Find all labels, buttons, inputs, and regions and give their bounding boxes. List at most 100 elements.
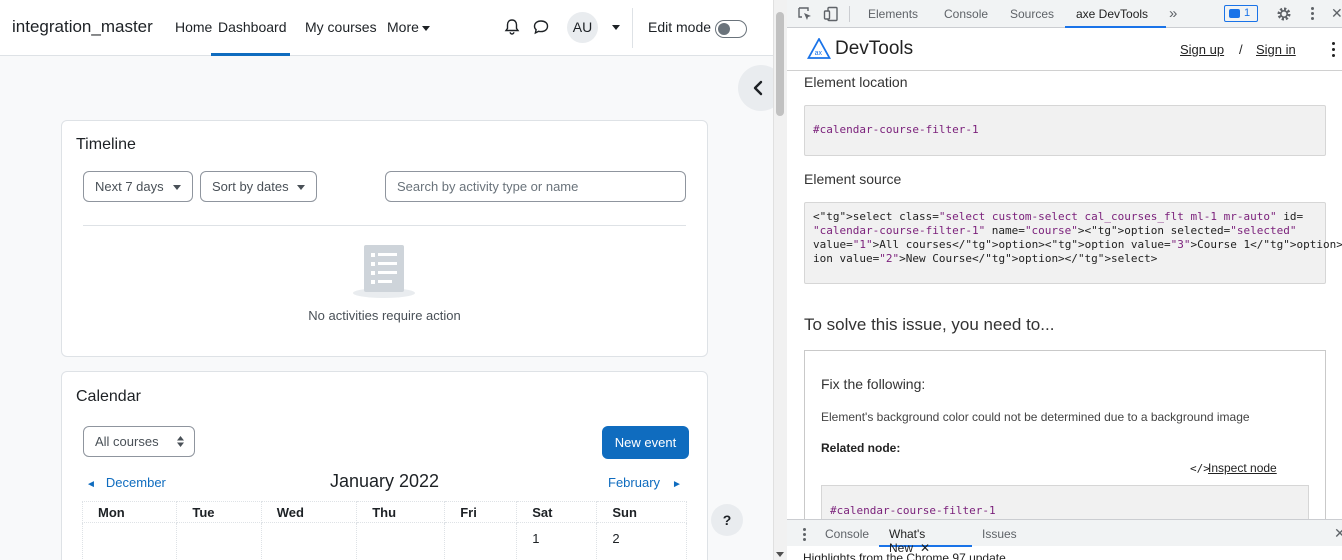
devtools-drawer-tabbar: Console What's New ✕ Issues ✕ bbox=[787, 519, 1342, 555]
timeline-search-input[interactable]: Search by activity type or name bbox=[385, 171, 686, 202]
next-month-label: February bbox=[608, 475, 661, 490]
calendar-day-cell[interactable] bbox=[444, 522, 518, 560]
devtools-tabbar: Elements Console Sources axe DevTools » … bbox=[787, 0, 1342, 28]
navbar-divider bbox=[632, 8, 633, 48]
tab-axe-devtools[interactable]: axe DevTools bbox=[1065, 7, 1166, 28]
element-source-label: Element source bbox=[804, 171, 902, 187]
timeline-day-filter-value: Next 7 days bbox=[95, 179, 164, 194]
user-avatar[interactable]: AU bbox=[567, 12, 598, 43]
drawer-tab-console[interactable]: Console bbox=[825, 527, 869, 541]
calendar-day-cell[interactable] bbox=[176, 522, 262, 560]
calendar-day-cell[interactable]: 1 bbox=[516, 522, 598, 560]
timeline-block: Timeline Next 7 days Sort by dates Searc… bbox=[61, 120, 708, 357]
source-line: <"tg">select class="select custom-select… bbox=[813, 210, 1304, 223]
chevron-down-icon bbox=[173, 185, 181, 190]
element-source-code[interactable]: <"tg">select class="select custom-select… bbox=[804, 202, 1342, 284]
open-drawer-button[interactable] bbox=[738, 65, 773, 111]
scroll-down-arrow-icon[interactable] bbox=[776, 552, 784, 557]
bell-icon[interactable] bbox=[503, 18, 521, 36]
drawer-menu-icon[interactable] bbox=[803, 528, 806, 541]
calendar-course-filter[interactable]: All courses bbox=[83, 426, 195, 457]
code-icon: </> bbox=[1190, 462, 1210, 475]
source-line: value="1">All courses</"tg">option><"tg"… bbox=[813, 238, 1342, 251]
inspect-element-icon[interactable] bbox=[797, 6, 813, 22]
fix-message: Element's background color could not be … bbox=[821, 410, 1250, 424]
issues-count: 1 bbox=[1244, 7, 1251, 19]
timeline-divider bbox=[83, 225, 686, 226]
weekday-header: Tue bbox=[176, 501, 262, 523]
timeline-sort-select[interactable]: Sort by dates bbox=[200, 171, 317, 202]
timeline-title: Timeline bbox=[76, 136, 136, 153]
close-drawer-icon[interactable]: ✕ bbox=[1334, 525, 1342, 542]
devtools-menu-icon[interactable] bbox=[1311, 7, 1314, 20]
timeline-sort-value: Sort by dates bbox=[212, 179, 289, 194]
inspect-node-link[interactable]: Inspect node bbox=[1208, 461, 1277, 475]
timeline-empty-message: No activities require action bbox=[308, 308, 461, 323]
arrow-right-icon: ► bbox=[672, 479, 682, 490]
sign-in-link[interactable]: Sign in bbox=[1256, 42, 1296, 57]
weekday-header: Fri bbox=[444, 501, 518, 523]
axe-menu-icon[interactable] bbox=[1332, 42, 1336, 58]
calendar-week-row: 1 2 bbox=[81, 522, 687, 560]
axe-issue-detail: Element location #calendar-course-filter… bbox=[787, 71, 1342, 519]
axe-logo-icon: ax bbox=[807, 38, 831, 59]
weekday-header: Wed bbox=[260, 501, 358, 523]
message-icon[interactable] bbox=[532, 18, 550, 36]
weekday-header: Thu bbox=[356, 501, 446, 523]
axe-header: ax DevTools Sign up / Sign in bbox=[787, 28, 1342, 71]
fix-title: Fix the following: bbox=[821, 376, 926, 392]
top-navbar: integration_master Home Dashboard My cou… bbox=[0, 0, 773, 56]
site-name[interactable]: integration_master bbox=[12, 17, 153, 37]
calendar-day-cell[interactable]: 2 bbox=[596, 522, 687, 560]
device-toolbar-icon[interactable] bbox=[823, 6, 839, 22]
sign-up-link[interactable]: Sign up bbox=[1180, 42, 1224, 57]
next-month-link[interactable]: February ► bbox=[608, 475, 682, 490]
drawer-tab-whats-new[interactable]: What's New ✕ bbox=[879, 527, 972, 555]
element-location-label: Element location bbox=[804, 74, 908, 90]
calendar-day-cell[interactable] bbox=[356, 522, 446, 560]
tabbar-divider bbox=[849, 6, 850, 22]
source-line: "calendar-course-filter-1" name="course"… bbox=[813, 224, 1297, 237]
fix-panel: Fix the following: Element's background … bbox=[804, 350, 1326, 519]
calendar-grid: Mon Tue Wed Thu Fri Sat Sun 1 2 bbox=[81, 501, 687, 560]
header-separator: / bbox=[1239, 42, 1243, 57]
empty-activities-icon bbox=[353, 245, 415, 298]
calendar-course-filter-value: All courses bbox=[95, 434, 159, 449]
calendar-day-cell[interactable] bbox=[260, 522, 358, 560]
timeline-search-placeholder: Search by activity type or name bbox=[397, 179, 579, 194]
svg-text:ax: ax bbox=[815, 50, 823, 57]
tab-elements[interactable]: Elements bbox=[868, 7, 918, 21]
weekday-header-row: Mon Tue Wed Thu Fri Sat Sun bbox=[81, 501, 687, 523]
nav-more[interactable]: More bbox=[387, 19, 430, 35]
calendar-day-cell[interactable] bbox=[81, 522, 178, 560]
element-location-code[interactable]: #calendar-course-filter-1 bbox=[804, 105, 1326, 156]
solve-heading: To solve this issue, you need to... bbox=[804, 315, 1055, 334]
edit-mode-toggle[interactable] bbox=[715, 20, 747, 38]
nav-home[interactable]: Home bbox=[175, 19, 212, 35]
new-event-button[interactable]: New event bbox=[602, 426, 689, 459]
issues-badge[interactable]: 1 bbox=[1224, 5, 1258, 22]
help-button[interactable]: ? bbox=[711, 504, 743, 536]
nav-my-courses[interactable]: My courses bbox=[305, 19, 377, 35]
related-node-code[interactable]: #calendar-course-filter-1 bbox=[821, 485, 1309, 519]
weekday-header: Mon bbox=[81, 501, 178, 523]
nav-dashboard[interactable]: Dashboard bbox=[211, 19, 290, 56]
settings-gear-icon[interactable] bbox=[1276, 6, 1292, 22]
select-updown-icon bbox=[177, 436, 184, 447]
tab-console[interactable]: Console bbox=[944, 7, 988, 21]
element-location-value: #calendar-course-filter-1 bbox=[813, 123, 979, 136]
devtools-panel: Elements Console Sources axe DevTools » … bbox=[787, 0, 1342, 560]
more-tabs-icon[interactable]: » bbox=[1169, 5, 1177, 22]
weekday-header: Sun bbox=[596, 501, 687, 523]
timeline-day-filter[interactable]: Next 7 days bbox=[83, 171, 193, 202]
close-devtools-icon[interactable]: ✕ bbox=[1331, 5, 1342, 22]
calendar-title: Calendar bbox=[76, 388, 141, 405]
calendar-block: Calendar All courses New event ◄ December… bbox=[61, 371, 708, 560]
source-line: ion value="2">New Course</"tg">option></… bbox=[813, 252, 1158, 265]
chevron-down-icon bbox=[421, 25, 430, 31]
drawer-tab-issues[interactable]: Issues bbox=[982, 527, 1017, 541]
tab-sources[interactable]: Sources bbox=[1010, 7, 1054, 21]
user-menu-chevron-icon[interactable] bbox=[612, 25, 620, 30]
page-scrollbar-thumb[interactable] bbox=[776, 12, 784, 116]
whats-new-text: Highlights from the Chrome 97 update bbox=[803, 551, 1006, 560]
